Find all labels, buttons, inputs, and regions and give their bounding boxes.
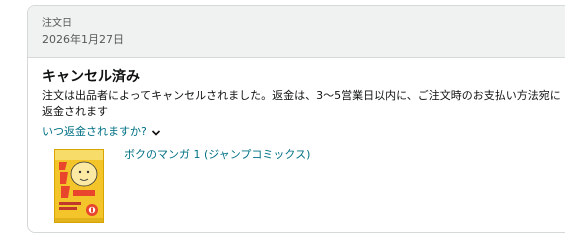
product-image[interactable] <box>54 149 104 223</box>
order-status-description: 注文は出品者によってキャンセルされました。返金は、3～5営業日以内に、ご注文時の… <box>42 89 561 118</box>
order-header: 注文日 2026年1月27日 <box>28 6 565 58</box>
refund-info-link-label: いつ返金されますか? <box>42 125 147 138</box>
refund-info-link[interactable]: いつ返金されますか? <box>42 124 161 140</box>
product-title-link[interactable]: ボクのマンガ 1 (ジャンプコミックス) <box>124 147 310 223</box>
order-card: 注文日 2026年1月27日 キャンセル済み 注文は出品者によってキャンセルされ… <box>27 5 565 233</box>
order-date-value: 2026年1月27日 <box>42 33 124 46</box>
chevron-down-icon <box>151 127 161 137</box>
order-body: キャンセル済み 注文は出品者によってキャンセルされました。返金は、3～5営業日以… <box>28 58 565 223</box>
product-row: ボクのマンガ 1 (ジャンプコミックス) <box>42 147 565 223</box>
order-date-label: 注文日 <box>42 18 72 29</box>
manga-cover-image <box>55 150 103 222</box>
order-status-title: キャンセル済み <box>42 69 140 85</box>
